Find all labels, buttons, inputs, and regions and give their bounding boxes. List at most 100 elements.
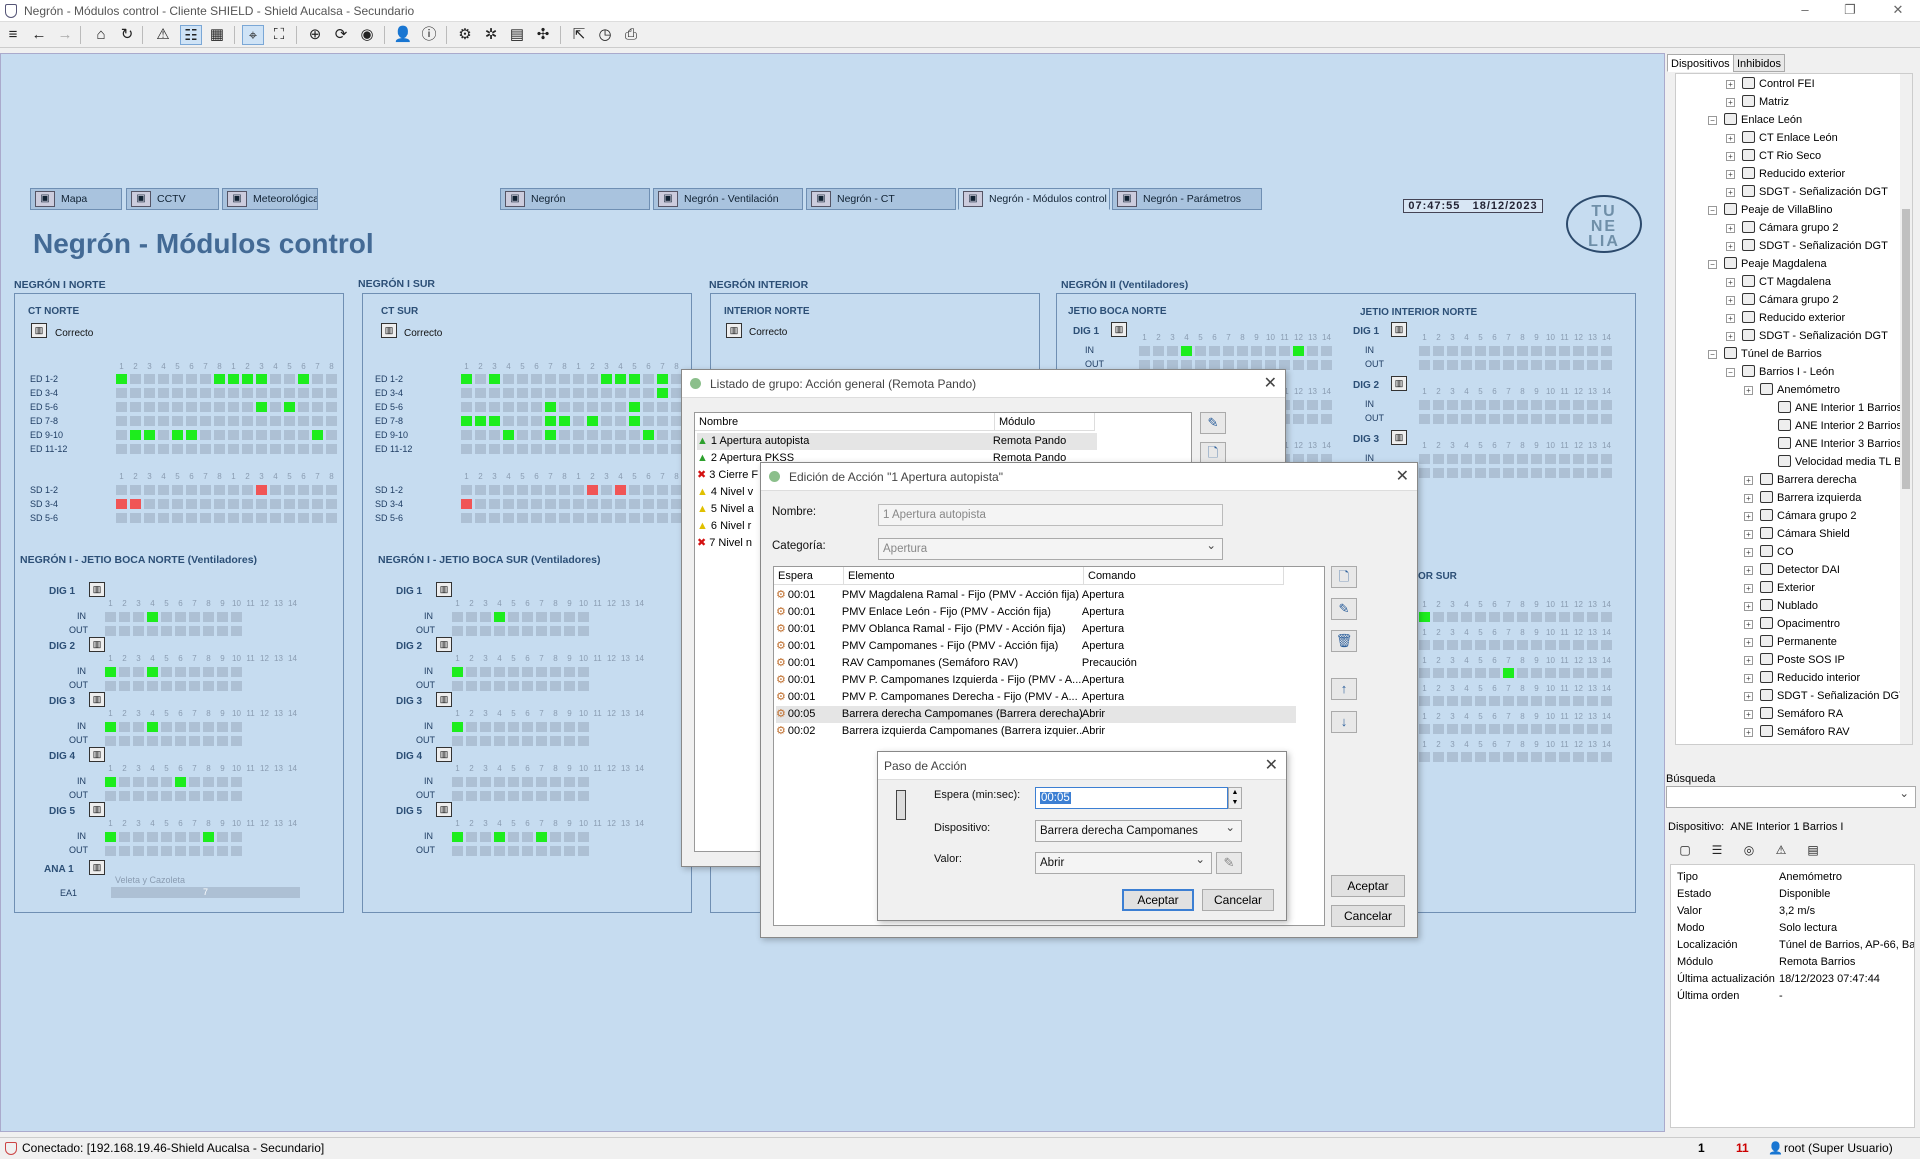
edit-value-icon[interactable]: ✎ <box>1216 852 1242 874</box>
location-icon[interactable]: ⌖ <box>242 25 264 45</box>
tab-inhibidos[interactable]: Inhibidos <box>1733 54 1786 72</box>
edicion-accept-button[interactable]: Aceptar <box>1331 875 1405 897</box>
edit-icon[interactable]: ✎ <box>1200 412 1226 434</box>
tab-2[interactable]: ▣ Meteorológicas <box>222 188 318 210</box>
tree-node[interactable]: + Opacimentro <box>1744 616 1840 633</box>
tab-5[interactable]: ▣ Negrón - CT <box>806 188 956 210</box>
dig-device-icon[interactable]: ▥ <box>89 582 105 597</box>
col-comando[interactable]: Comando <box>1084 567 1284 585</box>
tree-node[interactable]: + Semáforo RA <box>1744 706 1843 723</box>
expand-icon[interactable]: + <box>1744 548 1753 557</box>
tab-dispositivos[interactable]: Dispositivos <box>1667 54 1734 72</box>
tree-node[interactable]: + Cámara grupo 2 <box>1744 508 1857 525</box>
expand-icon[interactable]: + <box>1726 170 1735 179</box>
tab-1[interactable]: ▣ CCTV <box>126 188 219 210</box>
tree-node[interactable]: + Barrera izquierda <box>1744 490 1861 507</box>
expand-icon[interactable]: + <box>1726 80 1735 89</box>
tree-node[interactable]: + Anemómetro <box>1744 382 1840 399</box>
tree-node[interactable]: + Cámara grupo 2 <box>1726 220 1839 237</box>
tree-node[interactable]: + Permanente <box>1744 634 1837 651</box>
tree-node[interactable]: + Semáforo RAV <box>1744 724 1850 741</box>
col-elemento[interactable]: Elemento <box>844 567 1084 585</box>
expand-icon[interactable]: + <box>1744 692 1753 701</box>
tree-node[interactable]: − Túnel de Barrios <box>1708 346 1822 363</box>
alarm-icon[interactable]: ⚠ <box>1770 840 1792 860</box>
tree-node[interactable]: ANE Interior 1 Barrios I <box>1778 400 1909 417</box>
expand-icon[interactable]: + <box>1744 728 1753 737</box>
tree-node[interactable]: + SDGT - Señalización DGT <box>1726 238 1888 255</box>
col-espera[interactable]: Espera <box>774 567 844 585</box>
expand-icon[interactable]: + <box>1744 602 1753 611</box>
expand-icon[interactable]: + <box>1744 566 1753 575</box>
home-icon[interactable]: ⌂ <box>90 25 112 45</box>
tree-node[interactable]: + CT Magdalena <box>1726 274 1831 291</box>
dig-device-icon[interactable]: ▥ <box>89 747 105 762</box>
tree-node[interactable]: + SDGT - Señalización DGT <box>1744 688 1906 705</box>
expand-icon[interactable]: + <box>1726 278 1735 287</box>
interior-norte-device-icon[interactable]: ▥ <box>726 323 742 338</box>
expand-icon[interactable]: + <box>1744 620 1753 629</box>
paso-accept-button[interactable]: Aceptar <box>1122 889 1194 911</box>
paso-row[interactable]: ⚙ 00:01 PMV P. Campomanes Izquierda - Fijo… <box>776 672 1296 689</box>
close-icon[interactable]: ✕ <box>1264 370 1277 398</box>
tree-view-icon[interactable]: ☷ <box>180 25 202 45</box>
listado-row[interactable]: ▲ 1 Apertura autopista Remota Pando <box>697 433 1097 450</box>
config-icon[interactable]: ✲ <box>480 25 502 45</box>
maximize-button[interactable]: ❐ <box>1840 2 1860 20</box>
tree-node[interactable]: + Cámara Shield <box>1744 526 1850 543</box>
add-group-icon[interactable]: ⊕ <box>304 25 326 45</box>
plugin-icon[interactable]: ✣ <box>532 25 554 45</box>
paso-row[interactable]: ⚙ 00:02 Barrera izquierda Campomanes (Barr… <box>776 723 1296 740</box>
dig-device-icon[interactable]: ▥ <box>436 637 452 652</box>
expand-icon[interactable]: + <box>1744 494 1753 503</box>
tree-node[interactable]: ANE Interior 2 Barrios I <box>1778 418 1908 435</box>
expand-icon[interactable]: + <box>1744 386 1753 395</box>
expand-icon[interactable]: + <box>1744 674 1753 683</box>
tab-6[interactable]: ▣ Negrón - Módulos control <box>958 188 1110 210</box>
tree-node[interactable]: + Control FEI <box>1726 76 1815 93</box>
close-icon[interactable]: ✕ <box>1265 752 1278 780</box>
tree-scrollbar[interactable] <box>1900 74 1912 744</box>
move-down-icon[interactable]: ↓ <box>1331 711 1357 733</box>
paso-row[interactable]: ⚙ 00:01 PMV Enlace León - Fijo (PMV - Acci… <box>776 604 1296 621</box>
paso-row[interactable]: ⚙ 00:05 Barrera derecha Campomanes (Barrer… <box>776 706 1296 723</box>
tree-node[interactable]: + Detector DAI <box>1744 562 1840 579</box>
cycle-icon[interactable]: ⟳ <box>330 25 352 45</box>
expand-icon[interactable]: − <box>1708 350 1717 359</box>
paso-cancel-button[interactable]: Cancelar <box>1202 889 1274 911</box>
tab-0[interactable]: ▣ Mapa <box>30 188 122 210</box>
paso-row[interactable]: ⚙ 00:01 PMV Campomanes - Fijo (PMV - Acció… <box>776 638 1296 655</box>
nombre-input[interactable]: 1 Apertura autopista <box>878 504 1223 526</box>
tree-node[interactable]: + Barrera derecha <box>1744 472 1857 489</box>
dig-device-icon[interactable]: ▥ <box>89 802 105 817</box>
tree-node[interactable]: + Reducido exterior <box>1726 166 1845 183</box>
expand-icon[interactable]: + <box>1726 224 1735 233</box>
dig-device-icon[interactable]: ▥ <box>1391 430 1407 445</box>
expand-icon[interactable]: − <box>1726 368 1735 377</box>
export-icon[interactable]: ⇱ <box>568 25 590 45</box>
expand-icon[interactable]: + <box>1744 476 1753 485</box>
dig-device-icon[interactable]: ▥ <box>1391 376 1407 391</box>
message-icon[interactable]: ▤ <box>506 25 528 45</box>
alarm-icon[interactable]: ⚠ <box>152 25 174 45</box>
dig-device-icon[interactable]: ▥ <box>1111 322 1127 337</box>
info-icon[interactable]: ⓘ <box>418 25 440 45</box>
expand-icon[interactable]: + <box>1726 242 1735 251</box>
print-icon[interactable]: ⎙ <box>620 25 642 45</box>
tree-node[interactable]: Velocidad media TL Barrios <box>1778 454 1912 471</box>
expand-icon[interactable]: + <box>1726 152 1735 161</box>
menu-icon[interactable]: ≡ <box>2 25 24 45</box>
expand-icon[interactable]: + <box>1726 332 1735 341</box>
dig-device-icon[interactable]: ▥ <box>436 692 452 707</box>
move-up-icon[interactable]: ↑ <box>1331 678 1357 700</box>
ana-device-icon[interactable]: ▥ <box>89 860 105 875</box>
user-icon[interactable]: 👤 <box>392 25 414 45</box>
tab-3[interactable]: ▣ Negrón <box>500 188 650 210</box>
paso-row[interactable]: ⚙ 00:01 RAV Campomanes (Semáforo RAV) Preca… <box>776 655 1296 672</box>
search-input[interactable] <box>1666 784 1916 808</box>
expand-icon[interactable]: + <box>1726 98 1735 107</box>
tree-node[interactable]: − Enlace León <box>1708 112 1802 129</box>
delete-step-icon[interactable]: 🗑 <box>1331 630 1357 652</box>
expand-icon[interactable]: + <box>1726 314 1735 323</box>
view-icon[interactable]: ▢ <box>1674 840 1696 860</box>
